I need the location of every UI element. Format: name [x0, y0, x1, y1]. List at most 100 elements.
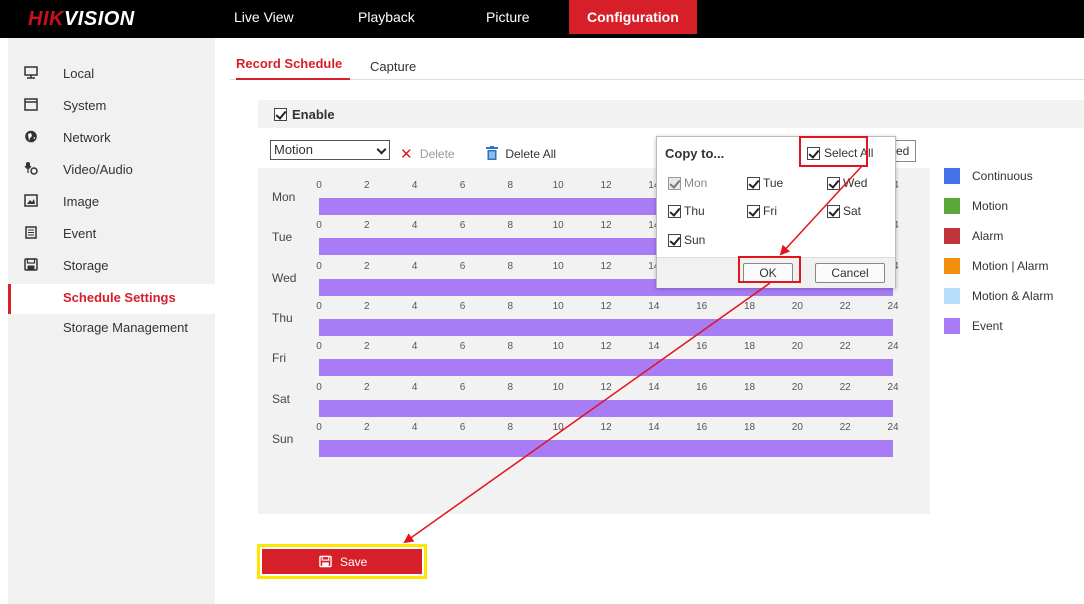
- delete-button[interactable]: ✕ Delete: [400, 144, 455, 163]
- hour-tick-label: 8: [507, 381, 514, 393]
- copy-tue-label: Tue: [763, 176, 784, 190]
- sidebar-item-video-audio[interactable]: Video/Audio: [8, 155, 215, 183]
- hour-tick-label: 10: [552, 381, 564, 393]
- tab-picture[interactable]: Picture: [486, 0, 530, 34]
- copy-sat-checkbox[interactable]: [827, 205, 840, 218]
- hour-tick-label: 8: [507, 220, 514, 232]
- sidebar-item-label: Event: [63, 226, 97, 241]
- copy-wed-checkbox[interactable]: [827, 177, 840, 190]
- hour-tick-label: 4: [411, 220, 418, 232]
- copy-to-dialog: Copy to... Select All Mon Tue Wed Thu Fr…: [656, 136, 896, 288]
- copy-thu-checkbox[interactable]: [668, 205, 681, 218]
- delete-label: Delete: [419, 147, 455, 161]
- hour-tick-label: 0: [316, 341, 322, 353]
- day-label-tue: Tue: [272, 230, 293, 245]
- hour-tick-label: 8: [507, 421, 514, 433]
- tab-live-view[interactable]: Live View: [234, 0, 294, 34]
- hour-tick-label: 10: [552, 300, 564, 312]
- legend-label: Motion & Alarm: [972, 289, 1054, 303]
- hour-tick-label: 0: [316, 180, 322, 191]
- save-button[interactable]: Save: [262, 549, 422, 574]
- hour-tick-label: 6: [459, 341, 466, 353]
- hour-tick-label: 14: [648, 421, 660, 433]
- hour-tick-label: 6: [459, 260, 466, 272]
- hour-tick-label: 2: [364, 300, 370, 312]
- sidebar-item-system[interactable]: System: [8, 91, 215, 119]
- hour-tick-label: 24: [887, 381, 899, 393]
- hour-tick-label: 8: [507, 341, 514, 353]
- hour-tick-label: 20: [791, 381, 803, 393]
- day-label-sat: Sat: [272, 391, 291, 406]
- close-icon: ✕: [400, 146, 413, 163]
- legend-label: Event: [972, 319, 1003, 333]
- sidebar-item-event[interactable]: Event: [8, 219, 215, 247]
- sidebar-item-label: Video/Audio: [63, 162, 133, 177]
- legend-swatch: [944, 318, 960, 334]
- select-all-checkbox[interactable]: [807, 147, 820, 160]
- hour-tick-label: 18: [743, 341, 756, 353]
- schedule-bar-sun[interactable]: [319, 439, 893, 457]
- hour-tick-label: 12: [600, 421, 612, 433]
- record-type-select[interactable]: Motion: [270, 140, 390, 160]
- schedule-bar-fri[interactable]: [319, 359, 893, 377]
- image-icon: [24, 194, 38, 207]
- hour-tick-label: 8: [507, 300, 514, 312]
- hour-tick-label: 12: [600, 180, 612, 191]
- copy-tue-checkbox[interactable]: [747, 177, 760, 190]
- sidebar-item-local[interactable]: Local: [8, 59, 215, 87]
- copy-fri-label: Fri: [763, 204, 777, 218]
- tab-playback[interactable]: Playback: [358, 0, 415, 34]
- copy-fri-checkbox[interactable]: [747, 205, 760, 218]
- hour-tick-label: 6: [459, 180, 466, 191]
- tab-configuration[interactable]: Configuration: [569, 0, 697, 34]
- legend-swatch: [944, 288, 960, 304]
- day-label-mon: Mon: [272, 190, 296, 204]
- legend-swatch: [944, 258, 960, 274]
- sidebar-item-storage[interactable]: Storage: [8, 251, 215, 279]
- sidebar-item-label: Image: [63, 194, 100, 209]
- chevron-down-icon: [376, 144, 387, 155]
- hour-tick-label: 18: [743, 300, 756, 312]
- hour-tick-label: 12: [600, 220, 612, 232]
- ok-button[interactable]: OK: [743, 263, 793, 283]
- hour-tick-label: 2: [364, 220, 370, 232]
- sidebar-item-storage-management[interactable]: Storage Management: [63, 320, 188, 335]
- copy-sun-checkbox[interactable]: [668, 234, 681, 247]
- hour-tick-label: 2: [364, 381, 370, 393]
- sidebar-item-schedule-settings[interactable]: Schedule Settings: [63, 290, 176, 305]
- hour-tick-label: 8: [507, 180, 514, 191]
- sidebar-item-image[interactable]: Image: [8, 187, 215, 215]
- legend-label: Motion | Alarm: [972, 259, 1049, 273]
- hour-tick-label: 4: [411, 421, 418, 433]
- hour-tick-label: 22: [839, 341, 851, 353]
- hour-tick-label: 10: [552, 421, 564, 433]
- legend-swatch: [944, 198, 960, 214]
- tab-record-schedule[interactable]: Record Schedule: [236, 56, 342, 71]
- legend-swatch: [944, 228, 960, 244]
- hour-tick-label: 16: [696, 381, 708, 393]
- delete-all-button[interactable]: Delete All: [486, 144, 556, 161]
- hour-tick-label: 16: [696, 300, 708, 312]
- schedule-bar-sat[interactable]: [319, 399, 893, 417]
- hour-tick-label: 18: [743, 421, 756, 433]
- hour-tick-label: 14: [648, 381, 660, 393]
- hour-tick-label: 0: [316, 421, 322, 433]
- hour-tick-label: 2: [364, 341, 370, 353]
- day-label-wed: Wed: [272, 270, 297, 285]
- hour-tick-label: 20: [791, 341, 803, 353]
- hour-tick-label: 2: [364, 421, 370, 433]
- cancel-button[interactable]: Cancel: [815, 263, 885, 283]
- legend-swatch: [944, 168, 960, 184]
- tab-capture[interactable]: Capture: [370, 59, 416, 74]
- schedule-bar-thu[interactable]: [319, 318, 893, 336]
- hour-tick-label: 4: [411, 381, 418, 393]
- copy-button-partial[interactable]: ed: [894, 140, 916, 162]
- enable-checkbox[interactable]: [274, 108, 287, 121]
- copy-sun-label: Sun: [684, 233, 706, 247]
- hour-tick-label: 22: [839, 300, 851, 312]
- hour-tick-label: 22: [839, 421, 851, 433]
- legend-label: Alarm: [972, 229, 1004, 243]
- hour-tick-label: 24: [887, 300, 899, 312]
- sidebar-item-network[interactable]: Network: [8, 123, 215, 151]
- copy-thu-label: Thu: [684, 204, 705, 218]
